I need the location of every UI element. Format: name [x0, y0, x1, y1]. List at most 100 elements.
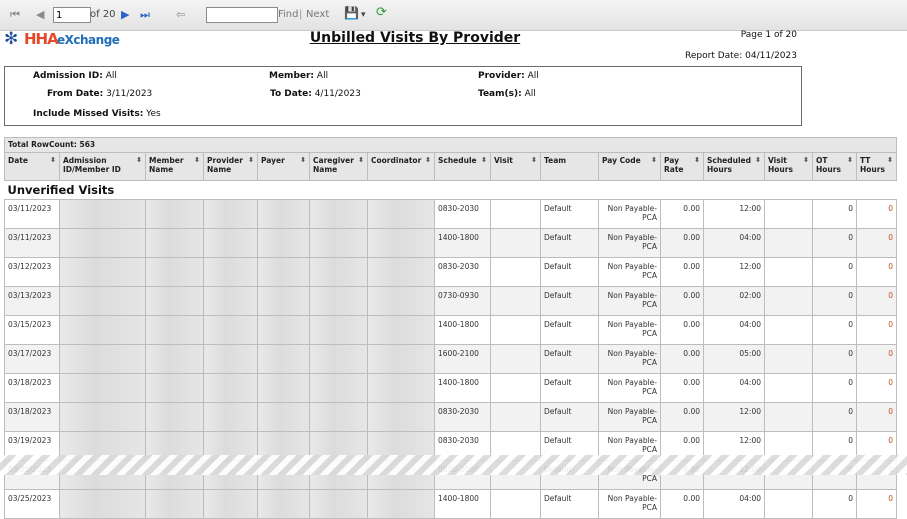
refresh-icon[interactable]: ⟳	[376, 5, 387, 21]
sort-arrows-icon[interactable]: ⬍	[531, 156, 537, 165]
redacted-cell	[203, 344, 258, 374]
column-header[interactable]: Payer ⬍	[257, 152, 310, 181]
sort-arrows-icon[interactable]: ⬍	[300, 156, 306, 165]
next-page-icon[interactable]: ▶	[121, 7, 129, 23]
filter-criteria-box: Admission ID: All Member: All Provider: …	[4, 66, 802, 126]
empty-cell	[764, 402, 813, 432]
redacted-cell	[59, 373, 146, 403]
table-row[interactable]: 03/15/2023 1400-1800 Default Non Payable-PC…	[4, 315, 897, 345]
cell-pay-code: Non Payable-PCA	[598, 373, 661, 403]
provider-label: Provider:	[478, 71, 525, 81]
redacted-cell	[59, 257, 146, 287]
cell-ot: 0	[812, 373, 857, 403]
sort-arrows-icon[interactable]: ⬍	[803, 156, 809, 165]
last-page-icon[interactable]: ⏭	[140, 7, 150, 23]
empty-cell	[764, 489, 813, 519]
table-row[interactable]: 03/17/2023 1600-2100 Default Non Payable-PC…	[4, 344, 897, 374]
cell-date: 03/17/2023	[4, 344, 60, 374]
column-header[interactable]: Visit Hours ⬍	[764, 152, 813, 181]
redacted-cell	[203, 489, 258, 519]
find-next-button[interactable]: Next	[306, 9, 329, 20]
cell-schedule: 0830-2030	[434, 199, 491, 229]
cell-sched-hours: 04:00	[703, 315, 765, 345]
redacted-cell	[309, 402, 368, 432]
column-header[interactable]: Team	[540, 152, 599, 181]
filter-provider: Provider: All	[478, 71, 539, 81]
sort-arrows-icon[interactable]: ⬍	[194, 156, 200, 165]
sort-arrows-icon[interactable]: ⬍	[136, 156, 142, 165]
filter-to-date: To Date: 4/11/2023	[270, 89, 361, 99]
report-title: Unbilled Visits By Provider	[309, 30, 521, 46]
cell-pay-code: Non Payable-PCA	[598, 228, 661, 258]
cell-sched-hours: 04:00	[703, 228, 765, 258]
first-page-icon[interactable]: ⏮	[10, 7, 20, 23]
table-row[interactable]: 03/18/2023 0830-2030 Default Non Payable-PC…	[4, 402, 897, 432]
column-header[interactable]: Pay Rate ⬍	[660, 152, 704, 181]
cell-ot: 0	[812, 402, 857, 432]
sort-arrows-icon[interactable]: ⬍	[50, 156, 56, 165]
find-button[interactable]: Find	[278, 9, 299, 20]
export-dropdown-caret[interactable]: ▾	[361, 7, 366, 23]
table-row[interactable]: 03/25/2023 1400-1800 Default Non Payable-PC…	[4, 489, 897, 519]
sort-arrows-icon[interactable]: ⬍	[694, 156, 700, 165]
find-text-input[interactable]	[206, 7, 278, 23]
column-header[interactable]: Visit ⬍	[490, 152, 541, 181]
empty-cell	[764, 315, 813, 345]
cell-ot: 0	[812, 344, 857, 374]
column-header-label: Pay Rate	[664, 156, 684, 174]
previous-page-icon[interactable]: ◀	[36, 7, 44, 23]
column-header-label: Caregiver Name	[313, 156, 354, 174]
cell-pay-rate: 0.00	[660, 257, 704, 287]
column-header[interactable]: Date ⬍	[4, 152, 60, 181]
sort-arrows-icon[interactable]: ⬍	[755, 156, 761, 165]
cell-schedule: 1400-1800	[434, 489, 491, 519]
redacted-cell	[367, 489, 435, 519]
cell-pay-rate: 0.00	[660, 228, 704, 258]
provider-value: All	[527, 71, 539, 81]
column-header[interactable]: Admission ID/Member ID ⬍	[59, 152, 146, 181]
table-row[interactable]: 03/11/2023 1400-1800 Default Non Payable-PC…	[4, 228, 897, 258]
column-header-label: Visit Hours	[768, 156, 793, 174]
column-header[interactable]: OT Hours ⬍	[812, 152, 857, 181]
column-header[interactable]: Caregiver Name ⬍	[309, 152, 368, 181]
column-header[interactable]: TT Hours ⬍	[856, 152, 897, 181]
sort-arrows-icon[interactable]: ⬍	[651, 156, 657, 165]
export-icon[interactable]: 💾	[344, 5, 359, 21]
sort-arrows-icon[interactable]: ⬍	[358, 156, 364, 165]
redacted-cell	[145, 344, 204, 374]
column-header-label: Member Name	[149, 156, 184, 174]
page-torn-edge	[0, 455, 907, 475]
redacted-cell	[203, 373, 258, 403]
column-header[interactable]: Schedule ⬍	[434, 152, 491, 181]
redacted-cell	[257, 257, 310, 287]
column-header[interactable]: Pay Code ⬍	[598, 152, 661, 181]
cell-tt: 0	[856, 344, 897, 374]
empty-cell	[490, 373, 541, 403]
cell-date: 03/11/2023	[4, 228, 60, 258]
column-header[interactable]: Coordinator ⬍	[367, 152, 435, 181]
redacted-cell	[257, 402, 310, 432]
sort-arrows-icon[interactable]: ⬍	[248, 156, 254, 165]
table-row[interactable]: 03/13/2023 0730-0930 Default Non Payable-PC…	[4, 286, 897, 316]
sort-arrows-icon[interactable]: ⬍	[847, 156, 853, 165]
cell-tt: 0	[856, 199, 897, 229]
column-header[interactable]: Member Name ⬍	[145, 152, 204, 181]
column-header[interactable]: Scheduled Hours ⬍	[703, 152, 765, 181]
sort-arrows-icon[interactable]: ⬍	[425, 156, 431, 165]
back-to-parent-icon[interactable]: ⇦	[176, 7, 185, 23]
sort-arrows-icon[interactable]: ⬍	[481, 156, 487, 165]
table-row[interactable]: 03/18/2023 1400-1800 Default Non Payable-PC…	[4, 373, 897, 403]
cell-ot: 0	[812, 199, 857, 229]
column-header[interactable]: Provider Name ⬍	[203, 152, 258, 181]
table-row[interactable]: 03/12/2023 0830-2030 Default Non Payable-PC…	[4, 257, 897, 287]
redacted-cell	[367, 228, 435, 258]
empty-cell	[490, 315, 541, 345]
redacted-cell	[145, 228, 204, 258]
cell-tt: 0	[856, 228, 897, 258]
column-header-label: Schedule	[438, 156, 477, 165]
cell-date: 03/13/2023	[4, 286, 60, 316]
to-date-label: To Date:	[270, 89, 312, 99]
table-row[interactable]: 03/11/2023 0830-2030 Default Non Payable-PC…	[4, 199, 897, 229]
sort-arrows-icon[interactable]: ⬍	[887, 156, 893, 165]
page-number-input[interactable]	[53, 7, 91, 23]
